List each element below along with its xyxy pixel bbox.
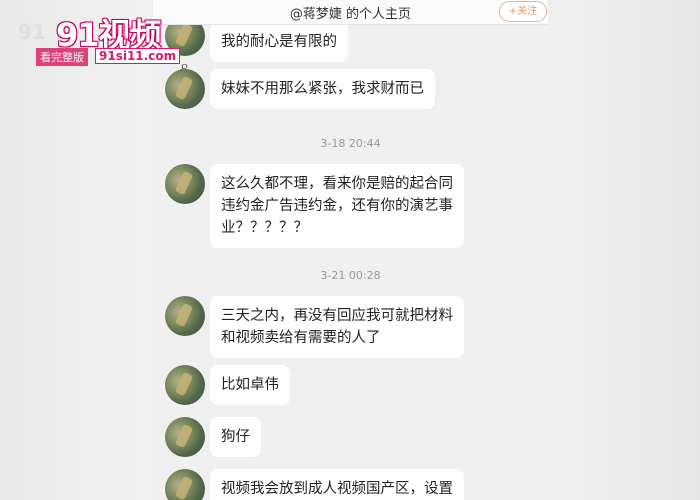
message-bubble: 这么久都不理，看来你是赔的起合同 违约金广告违约金，还有你的演艺事 业？？？？？	[210, 164, 464, 248]
watermark-badge[interactable]: 看完整版	[36, 48, 88, 66]
cursor-icon: ⌕	[180, 56, 189, 75]
chat-header: @蒋梦婕 的个人主页 +关注	[153, 0, 548, 25]
chat-screen: @蒋梦婕 的个人主页 +关注 我的耐心是有限的 妹妹不用那么紧张，我求财而已 3…	[153, 0, 548, 500]
message-bubble: 视频我会放到成人视频国产区，设置	[210, 469, 464, 500]
follow-button[interactable]: +关注	[499, 1, 547, 22]
message-bubble: 比如卓伟	[210, 365, 290, 405]
avatar[interactable]	[165, 164, 205, 204]
message-bubble: 我的耐心是有限的	[210, 22, 348, 62]
message-line: 违约金广告违约金，还有你的演艺事	[221, 198, 453, 214]
message-line: 这么久都不理，看来你是赔的起合同	[221, 176, 453, 192]
avatar[interactable]	[165, 469, 205, 500]
message-line: 业？？？？？	[221, 220, 308, 236]
watermark-ghost-text: 91	[18, 20, 46, 44]
timestamp: 3-21 00:28	[320, 269, 381, 282]
page-title: @蒋梦婕 的个人主页	[289, 7, 412, 22]
avatar[interactable]	[165, 365, 205, 405]
timestamp: 3-18 20:44	[320, 137, 381, 150]
avatar[interactable]	[165, 296, 205, 336]
message-line: 和视频卖给有需要的人了	[221, 330, 381, 346]
watermark-domain[interactable]: 91si11.com	[95, 48, 181, 64]
message-bubble: 三天之内，再没有回应我可就把材料 和视频卖给有需要的人了	[210, 296, 464, 358]
avatar[interactable]	[165, 417, 205, 457]
message-bubble: 妹妹不用那么紧张，我求财而已	[210, 69, 435, 109]
message-line: 三天之内，再没有回应我可就把材料	[221, 308, 453, 324]
message-bubble: 狗仔	[210, 417, 261, 457]
